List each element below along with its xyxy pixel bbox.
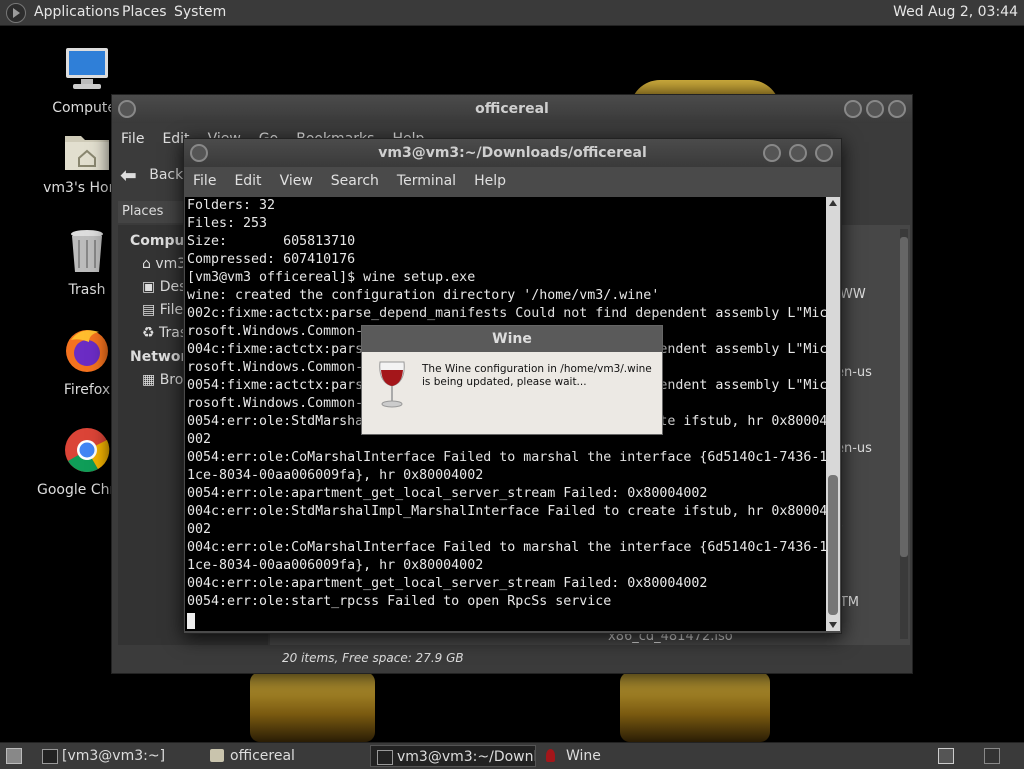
home-folder-icon xyxy=(65,136,109,170)
menu-file[interactable]: File xyxy=(184,169,225,193)
wallpaper-shape xyxy=(250,672,375,742)
folder-icon xyxy=(210,749,224,762)
scroll-up-icon[interactable] xyxy=(829,200,837,206)
terminal-scrollbar[interactable] xyxy=(826,197,840,631)
top-panel: Applications Places System Wed Aug 2, 03… xyxy=(0,0,1024,26)
menu-terminal[interactable]: Terminal xyxy=(388,169,465,193)
desktop-icon: ▣ xyxy=(142,279,156,295)
workspace-switcher[interactable] xyxy=(984,748,1000,764)
wine-glass-icon xyxy=(379,361,405,408)
clock[interactable]: Wed Aug 2, 03:44 xyxy=(893,4,1018,20)
show-desktop-icon[interactable] xyxy=(6,748,22,764)
firefox-icon xyxy=(66,330,108,372)
wallpaper-shape xyxy=(620,672,770,742)
window-title: Wine xyxy=(492,331,532,347)
task-terminal-home[interactable]: [vm3@vm3:~] xyxy=(36,745,196,767)
close-button[interactable] xyxy=(815,144,833,162)
back-arrow-icon: ⬅ xyxy=(120,163,137,187)
terminal-icon xyxy=(377,750,393,765)
applications-menu[interactable]: Applications xyxy=(34,4,120,20)
scrollbar-thumb[interactable] xyxy=(828,475,838,615)
status-bar: 20 items, Free space: 27.9 GB xyxy=(270,645,910,671)
window-title: vm3@vm3:~/Downloads/officereal xyxy=(378,145,647,161)
task-wine[interactable]: Wine xyxy=(540,745,660,767)
menu-help[interactable]: Help xyxy=(465,169,515,193)
minimize-button[interactable] xyxy=(844,100,862,118)
computer-icon xyxy=(66,48,108,89)
places-menu[interactable]: Places xyxy=(122,4,167,20)
window-title: officereal xyxy=(475,101,549,117)
sidebar-item-label: vm3 xyxy=(155,256,187,272)
menu-view[interactable]: View xyxy=(271,169,322,193)
scroll-down-icon[interactable] xyxy=(829,622,837,628)
minimize-button[interactable] xyxy=(763,144,781,162)
file-manager-titlebar[interactable]: officereal xyxy=(112,95,912,123)
task-label: [vm3@vm3:~] xyxy=(62,748,166,764)
gnome-menu-icon[interactable] xyxy=(6,3,26,23)
terminal-titlebar[interactable]: vm3@vm3:~/Downloads/officereal xyxy=(184,139,841,167)
menu-edit[interactable]: Edit xyxy=(225,169,270,193)
wine-dialog: Wine The Wine configuration in /home/vm3… xyxy=(361,325,663,435)
back-label: Back xyxy=(149,167,184,183)
chrome-icon xyxy=(65,428,110,472)
sidebar-selector-label: Places xyxy=(122,204,164,219)
maximize-button[interactable] xyxy=(789,144,807,162)
window-menu-button[interactable] xyxy=(190,144,208,162)
workspace-switcher-active[interactable] xyxy=(938,748,954,764)
system-menu[interactable]: System xyxy=(174,4,226,20)
trash-icon xyxy=(71,230,103,272)
terminal-icon xyxy=(42,749,58,764)
back-button[interactable]: ⬅ Back xyxy=(120,161,183,189)
task-label: Wine xyxy=(566,748,601,764)
trash-icon: ♻ xyxy=(142,325,155,341)
taskbar: [vm3@vm3:~] officereal vm3@vm3:~/Downl..… xyxy=(0,742,1024,769)
scrollbar-thumb[interactable] xyxy=(900,237,908,557)
status-text: 20 items, Free space: 27.9 GB xyxy=(282,651,464,665)
maximize-button[interactable] xyxy=(866,100,884,118)
wine-dialog-message: The Wine configuration in /home/vm3/.win… xyxy=(422,363,652,388)
task-label: vm3@vm3:~/Downl... xyxy=(397,749,536,765)
task-terminal-officereal[interactable]: vm3@vm3:~/Downl... xyxy=(370,745,536,767)
wine-dialog-titlebar[interactable]: Wine xyxy=(362,326,662,352)
file-list-scrollbar[interactable] xyxy=(900,229,908,639)
menu-file[interactable]: File xyxy=(112,127,153,151)
sidebar-item-home[interactable]: ⌂ vm3 xyxy=(142,256,186,272)
terminal-menubar: File Edit View Search Terminal Help xyxy=(184,169,841,195)
task-label: officereal xyxy=(230,748,295,764)
task-file-manager[interactable]: officereal xyxy=(204,745,364,767)
network-icon: ▦ xyxy=(142,372,156,388)
close-button[interactable] xyxy=(888,100,906,118)
home-icon: ⌂ xyxy=(142,256,151,272)
drive-icon: ▤ xyxy=(142,302,156,318)
menu-search[interactable]: Search xyxy=(322,169,388,193)
terminal-cursor xyxy=(187,613,195,629)
wine-glass-icon xyxy=(546,749,555,762)
window-menu-button[interactable] xyxy=(118,100,136,118)
file-name[interactable]: WW xyxy=(840,287,866,302)
